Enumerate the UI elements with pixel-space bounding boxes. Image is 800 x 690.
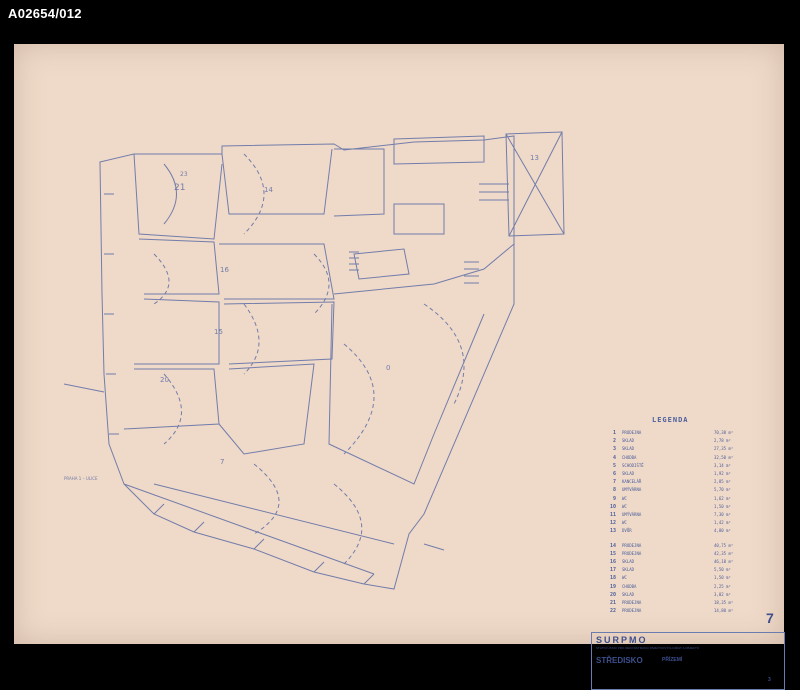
street-label: PRAHA 1 – ULICE: [64, 476, 98, 481]
legend-num: 20: [609, 591, 616, 598]
legend-name: WC: [622, 503, 627, 509]
legend-area: 1,62 m²: [714, 495, 731, 501]
room-label-23: 23: [180, 171, 188, 178]
title-block: SURPMO STÁTNÍ ÚSTAV PRO REKONSTRUKCI PAM…: [591, 632, 785, 690]
legend-area: 3,02 m²: [714, 591, 731, 597]
legend-area: 2,85 m²: [714, 479, 731, 485]
legend-num: 22: [609, 608, 616, 615]
legend-num: 16: [609, 559, 616, 565]
legend-area: 32,50 m²: [714, 454, 734, 460]
legend-num: 11: [609, 512, 616, 518]
legend-name: PRODEJNA: [622, 600, 642, 605]
legend-title: LEGENDA: [652, 416, 689, 424]
legend-num: 5: [612, 462, 616, 469]
legend-area: 1,42 m²: [714, 520, 731, 526]
legend-name: SKLAD: [622, 471, 635, 476]
sheet-code: 3: [768, 677, 771, 683]
legend-num: 19: [609, 583, 616, 590]
legend-area: 27,35 m²: [714, 446, 734, 452]
legend-name: WC: [622, 520, 627, 526]
legend-num: 17: [609, 567, 616, 574]
legend-num: 15: [609, 550, 616, 557]
legend-area: 7,30 m²: [714, 512, 731, 517]
legend-area: 1,92 m²: [714, 471, 731, 476]
archive-id-label: A02654/012: [8, 6, 82, 21]
sheet-number: 7: [766, 610, 774, 626]
room-label-15: 15: [214, 328, 223, 336]
legend-name: SKLAD: [622, 591, 635, 597]
legend-area: 1,50 m²: [714, 503, 731, 509]
room-label-16: 16: [220, 266, 229, 274]
legend-area: 1,50 m²: [714, 575, 731, 581]
stredisko-label: STŘEDISKO: [596, 656, 643, 665]
building-outline: [99, 135, 515, 590]
legend-num: 1: [612, 430, 616, 436]
legend-num: 13: [609, 528, 616, 535]
legend-num: 2: [612, 438, 616, 445]
room-label-21: 21: [174, 183, 185, 193]
legend-area: 5,50 m²: [714, 567, 731, 573]
legend-name: SKLAD: [622, 446, 635, 452]
room-label-14: 14: [264, 186, 273, 194]
surpmo-subtitle: STÁTNÍ ÚSTAV PRO REKONSTRUKCI PAMÁTKOVÝC…: [596, 646, 699, 650]
legend-name: SKLAD: [622, 559, 635, 564]
project-title: PŘÍZEMÍ: [662, 657, 683, 663]
room-label-20: 20: [160, 376, 169, 384]
legend-name: CHODBA: [622, 583, 637, 589]
legend-name: UMÝVÁRNA: [622, 487, 642, 493]
legend-area: 18,35 m²: [714, 600, 734, 605]
legend-area: 5,70 m²: [714, 487, 731, 493]
legend-num: 3: [612, 446, 616, 453]
surpmo-logo: SURPMO: [596, 635, 648, 645]
legend-area: 70,38 m²: [714, 430, 734, 435]
legend-num: 7: [612, 479, 616, 486]
legend-num: 12: [609, 520, 616, 527]
legend-name: DVŮR: [622, 528, 632, 534]
room-label-0: 0: [386, 364, 390, 372]
legend-name: SCHODIŠTĚ: [622, 462, 644, 468]
floor-plan: 21 23 14 16 15 20 0 7 13 PRAHA 1 – ULICE: [63, 131, 565, 590]
legend-name: PRODEJNA: [622, 550, 642, 556]
legend-name: KANCELÁŘ: [622, 479, 642, 485]
room-label-13: 13: [530, 154, 539, 162]
legend-area: 46,18 m²: [714, 559, 734, 564]
approval-stamp: [714, 610, 760, 628]
legend-num: 6: [612, 471, 616, 477]
legend-num: 14: [609, 542, 616, 549]
legend-num: 8: [612, 487, 616, 494]
legend-num: 10: [609, 503, 616, 510]
legend-name: WC: [622, 495, 627, 501]
legend-area: 4,80 m²: [714, 528, 731, 534]
legend-area: 3,14 m²: [714, 462, 731, 468]
legend-area: 2,25 m²: [714, 583, 731, 589]
legend-area: 42,35 m²: [714, 550, 734, 556]
legend-num: 21: [609, 600, 616, 606]
drawing-sheet: 21 23 14 16 15 20 0 7 13 PRAHA 1 – ULICE…: [14, 44, 785, 690]
legend-name: PRODEJNA: [622, 430, 642, 435]
legend-name: WC: [622, 575, 627, 581]
legend-name: CHODBA: [622, 454, 637, 460]
legend-area: 2,78 m²: [714, 438, 731, 444]
legend-name: SKLAD: [622, 567, 635, 573]
legend-num: 18: [609, 575, 616, 582]
legend-name: UMÝVÁRNA: [622, 512, 642, 517]
legend-name: PRODEJNA: [622, 608, 642, 614]
room-label-7: 7: [220, 458, 224, 466]
legend-area: 40,75 m²: [714, 542, 734, 548]
legend-name: PRODEJNA: [622, 542, 642, 548]
legend-name: SKLAD: [622, 438, 635, 444]
legend-num: 4: [612, 454, 616, 461]
legend-num: 9: [612, 495, 616, 502]
